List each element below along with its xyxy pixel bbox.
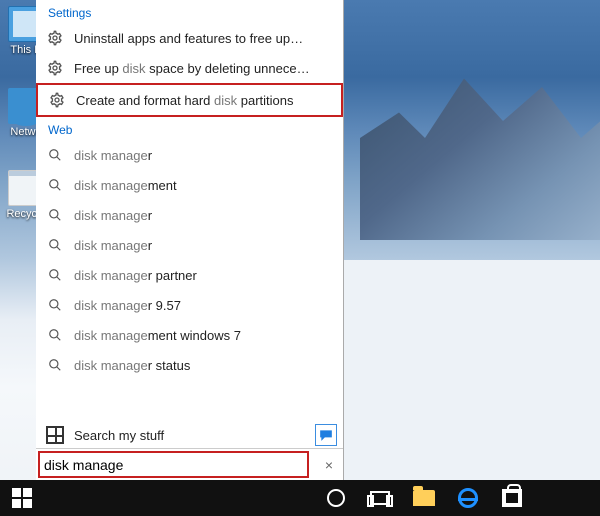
section-header-settings: Settings <box>36 0 343 23</box>
search-icon <box>46 296 64 314</box>
speech-bubble-icon <box>319 429 333 441</box>
search-input[interactable] <box>36 457 315 473</box>
web-result[interactable]: disk manager status <box>36 350 343 380</box>
search-box: × <box>36 448 343 480</box>
task-view-button[interactable] <box>358 480 402 516</box>
result-label: disk manager <box>74 148 152 163</box>
task-view-icon <box>370 491 390 505</box>
taskbar <box>0 480 600 516</box>
clear-search-button[interactable]: × <box>315 457 343 473</box>
label: Search my stuff <box>74 428 164 443</box>
result-label: Uninstall apps and features to free up… <box>74 31 303 46</box>
folder-icon <box>413 490 435 506</box>
windows-desktop: This P Netwo Recycle Settings Uninstall … <box>0 0 600 516</box>
windows-logo-icon <box>12 488 32 508</box>
start-button[interactable] <box>0 480 44 516</box>
search-icon <box>46 266 64 284</box>
result-label: disk manager <box>74 238 152 253</box>
web-result[interactable]: disk manager <box>36 230 343 260</box>
search-icon <box>46 176 64 194</box>
search-icon <box>46 326 64 344</box>
taskbar-internet-explorer[interactable] <box>446 480 490 516</box>
result-label: Create and format hard disk partitions <box>76 93 294 108</box>
feedback-button[interactable] <box>315 424 337 446</box>
section-header-web: Web <box>36 117 343 140</box>
web-result[interactable]: disk manager partner <box>36 260 343 290</box>
panel-bottom: Search my stuff Search the web × <box>36 420 343 480</box>
taskbar-store[interactable] <box>490 480 534 516</box>
search-icon <box>46 236 64 254</box>
gear-icon <box>48 91 66 109</box>
search-icon <box>46 356 64 374</box>
web-result[interactable]: disk management <box>36 170 343 200</box>
settings-result-disk-partitions[interactable]: Create and format hard disk partitions <box>36 83 343 117</box>
search-icon <box>46 206 64 224</box>
gear-icon <box>46 59 64 77</box>
settings-result-uninstall-apps[interactable]: Uninstall apps and features to free up… <box>36 23 343 53</box>
result-label: disk management windows 7 <box>74 328 241 343</box>
web-result[interactable]: disk manager <box>36 200 343 230</box>
result-label: disk manager 9.57 <box>74 298 181 313</box>
result-label: disk manager status <box>74 358 190 373</box>
settings-result-free-up-disk[interactable]: Free up disk space by deleting unnece… <box>36 53 343 83</box>
cortana-button[interactable] <box>314 480 358 516</box>
result-label: disk manager <box>74 208 152 223</box>
store-icon <box>502 489 522 507</box>
wallpaper-mountain <box>360 70 600 240</box>
cortana-circle-icon <box>327 489 345 507</box>
ie-icon <box>458 488 478 508</box>
start-search-panel: Settings Uninstall apps and features to … <box>36 0 344 480</box>
search-icon <box>46 146 64 164</box>
web-result[interactable]: disk manager 9.57 <box>36 290 343 320</box>
result-label: Free up disk space by deleting unnece… <box>74 61 310 76</box>
search-my-stuff[interactable]: Search my stuff <box>36 420 343 450</box>
result-label: disk manager partner <box>74 268 197 283</box>
wallpaper-snow <box>340 260 600 480</box>
web-result[interactable]: disk management windows 7 <box>36 320 343 350</box>
taskbar-file-explorer[interactable] <box>402 480 446 516</box>
gear-icon <box>46 29 64 47</box>
windows-square-icon <box>46 426 64 444</box>
web-result[interactable]: disk manager <box>36 140 343 170</box>
result-label: disk management <box>74 178 177 193</box>
